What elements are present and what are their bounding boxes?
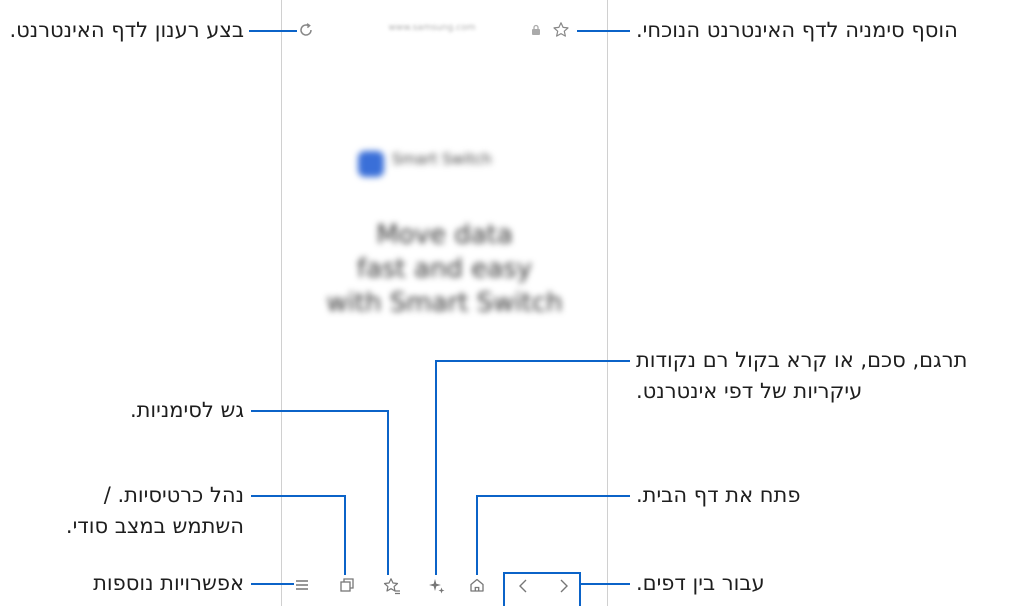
home-callout: פתח את דף הבית. — [636, 483, 801, 507]
bottom-toolbar — [282, 560, 607, 606]
chevron-left-icon[interactable] — [517, 578, 529, 594]
navigate-leader — [580, 583, 630, 585]
navigate-callout: עבור בין דפים. — [636, 571, 765, 595]
bookmark-add-callout: הוסף סימניה לדף האינטרנט הנוכחי. — [636, 18, 958, 42]
ai-tools-leader-vertical — [435, 360, 437, 575]
ai-tools-callout-line2: עיקריות של דפי אינטרנט. — [636, 379, 863, 403]
tabs-callout-line1: נהל כרטיסיות. / — [103, 483, 244, 507]
tabs-leader-vertical — [344, 495, 346, 575]
ai-tools-leader-horizontal — [435, 360, 630, 362]
brand-name: Smart Switch — [392, 150, 492, 168]
home-icon[interactable] — [469, 577, 485, 593]
ai-tools-callout-line1: תרגם, סכם, או קרא בקול רם נקודות — [636, 348, 968, 372]
star-icon[interactable] — [552, 21, 570, 39]
tabs-leader-horizontal — [251, 495, 346, 497]
more-options-callout: אפשרויות נוספות — [93, 571, 244, 595]
more-options-leader — [251, 583, 294, 585]
chevron-right-icon[interactable] — [558, 578, 570, 594]
bookmarks-callout: גש לסימניות. — [129, 398, 244, 422]
bookmark-add-leader — [577, 30, 630, 32]
bookmarks-leader-vertical — [387, 410, 389, 575]
home-leader-vertical — [476, 495, 478, 575]
annotated-browser-diagram: www.samsung.com Smart Switch Move data f… — [0, 0, 1034, 606]
refresh-icon[interactable] — [298, 22, 314, 38]
url-text[interactable]: www.samsung.com — [362, 23, 502, 35]
address-bar[interactable]: www.samsung.com — [282, 0, 607, 64]
refresh-callout: בצע רענון לדף האינטרנט. — [9, 18, 245, 42]
refresh-leader — [249, 30, 297, 32]
brand-logo — [358, 151, 384, 177]
sparkle-icon[interactable] — [428, 577, 446, 595]
page-headline: Move data fast and easy with Smart Switc… — [326, 220, 563, 318]
tabs-icon[interactable] — [339, 577, 355, 593]
lock-icon — [531, 24, 541, 36]
home-leader-horizontal — [476, 495, 630, 497]
tabs-callout-line2: השתמש במצב סודי. — [65, 514, 244, 538]
menu-icon[interactable] — [295, 579, 309, 591]
bookmarks-leader-horizontal — [251, 410, 389, 412]
browser-screen: www.samsung.com Smart Switch Move data f… — [281, 0, 608, 606]
bookmarks-icon[interactable] — [383, 577, 401, 595]
